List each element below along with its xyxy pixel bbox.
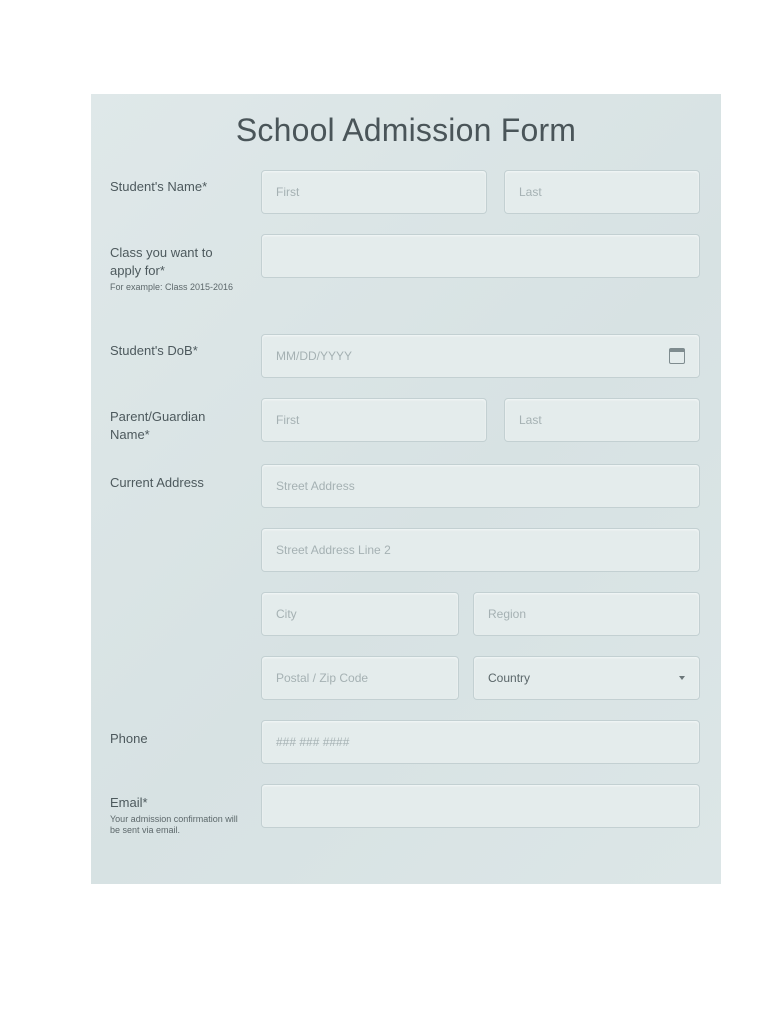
class-hint: For example: Class 2015-2016 (110, 282, 234, 292)
parent-name-label: Parent/Guardian Name* (110, 409, 206, 442)
postal-code-placeholder: Postal / Zip Code (276, 671, 369, 685)
email-input[interactable] (261, 784, 700, 828)
student-first-name-input[interactable]: First (261, 170, 487, 214)
parent-last-name-input[interactable]: Last (504, 398, 700, 442)
class-input[interactable] (261, 234, 700, 278)
phone-input[interactable]: ### ### #### (261, 720, 700, 764)
dob-input[interactable]: MM/DD/YYYY (261, 334, 700, 378)
chevron-down-icon (679, 676, 685, 680)
student-name-label: Student's Name* (110, 179, 208, 194)
class-label: Class you want to apply for* (110, 245, 213, 278)
class-label-block: Class you want to apply for* For example… (110, 244, 240, 293)
parent-first-name-placeholder: First (276, 413, 300, 427)
dob-label: Student's DoB* (110, 343, 198, 358)
form-title: School Admission Form (235, 112, 577, 148)
country-value: Country (488, 671, 531, 685)
region-input[interactable]: Region (473, 592, 700, 636)
region-placeholder: Region (488, 607, 527, 621)
parent-last-name-placeholder: Last (519, 413, 542, 427)
student-last-name-placeholder: Last (519, 185, 542, 199)
phone-label: Phone (110, 731, 148, 746)
street-address-line2-placeholder: Street Address Line 2 (276, 543, 391, 557)
country-select[interactable]: Country (473, 656, 700, 700)
address-label: Current Address (110, 475, 204, 490)
city-input[interactable]: City (261, 592, 459, 636)
email-label-block: Email* Your admission confirmation will … (110, 794, 250, 836)
street-address-input[interactable]: Street Address (261, 464, 700, 508)
admission-form-panel: School Admission Form Student's Name* Fi… (91, 94, 721, 884)
postal-code-input[interactable]: Postal / Zip Code (261, 656, 459, 700)
email-hint: Your admission confirmation will be sent… (110, 814, 238, 835)
dob-placeholder: MM/DD/YYYY (276, 349, 353, 363)
email-label: Email* (110, 795, 148, 810)
calendar-icon[interactable] (669, 348, 685, 364)
city-placeholder: City (276, 607, 297, 621)
student-first-name-placeholder: First (276, 185, 300, 199)
student-last-name-input[interactable]: Last (504, 170, 700, 214)
street-address-line2-input[interactable]: Street Address Line 2 (261, 528, 700, 572)
parent-first-name-input[interactable]: First (261, 398, 487, 442)
phone-placeholder: ### ### #### (276, 735, 350, 749)
street-address-placeholder: Street Address (276, 479, 355, 493)
